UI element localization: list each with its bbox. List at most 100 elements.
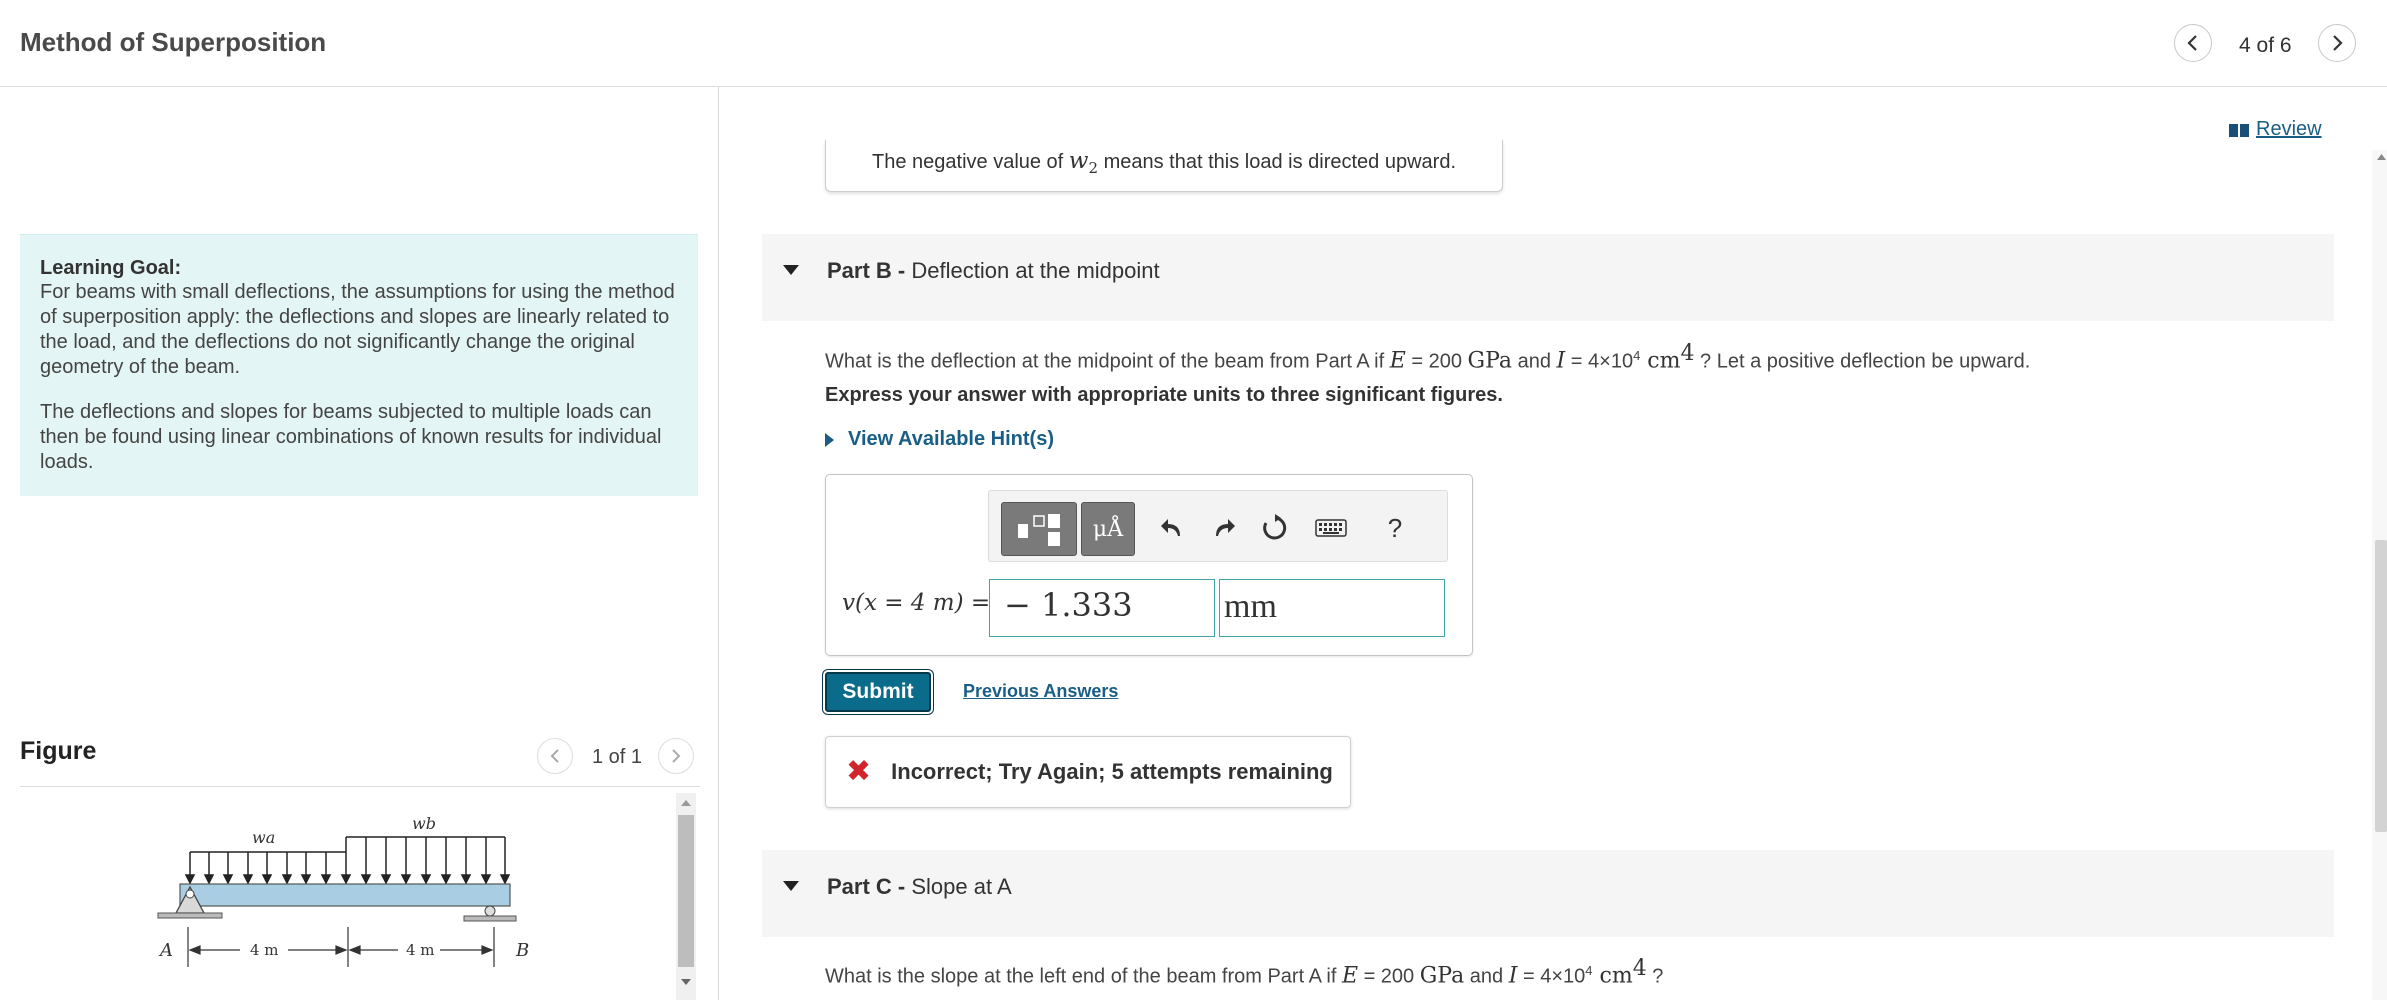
part-b-name: Deflection at the midpoint <box>911 258 1160 283</box>
part-c-question: What is the slope at the left end of the… <box>825 956 1663 989</box>
distributed-load-wa <box>184 851 346 885</box>
and-text: and <box>1512 350 1557 373</box>
previous-part-note: The negative value of w2 means that this… <box>825 140 1503 192</box>
learning-goal-box: Learning Goal: For beams with small defl… <box>20 234 698 496</box>
help-button[interactable]: ? <box>1373 502 1417 554</box>
e-value: = 200 <box>1405 350 1468 373</box>
chevron-right-icon <box>2333 35 2343 51</box>
answer-unit-input[interactable]: mm <box>1219 579 1445 637</box>
answer-value-input[interactable]: − 1.333 <box>989 579 1215 637</box>
part-b-title: Part B - Deflection at the midpoint <box>827 258 1160 284</box>
figure-divider <box>20 786 700 787</box>
template-icon <box>1018 514 1060 546</box>
redo-button[interactable] <box>1201 502 1245 554</box>
reset-icon <box>1263 514 1287 540</box>
undo-icon <box>1161 519 1180 536</box>
chevron-left-icon <box>2187 35 2197 51</box>
span-label-2: 4 m <box>406 941 435 959</box>
learning-goal-title: Learning Goal: <box>40 257 182 279</box>
chevron-left-icon <box>550 749 559 763</box>
support-label-a: A <box>158 940 173 961</box>
page-counter: 4 of 6 <box>2239 34 2292 57</box>
part-c-label: Part C - <box>827 874 906 899</box>
part-c-title: Part C - Slope at A <box>827 874 1012 900</box>
load-label-wb: wb <box>412 815 436 833</box>
header-bar <box>0 0 2387 87</box>
question-end: ? Let a positive deflection be upward. <box>1694 350 2031 373</box>
and-text: and <box>1464 965 1509 988</box>
keyboard-button[interactable] <box>1309 502 1353 554</box>
scroll-up-arrow-icon[interactable] <box>2376 152 2387 162</box>
scroll-down-arrow-icon[interactable] <box>678 976 694 988</box>
roller-support-b <box>463 905 517 922</box>
expand-triangle-icon <box>825 432 834 447</box>
part-c-name: Slope at A <box>911 874 1012 899</box>
e-unit: GPa <box>1467 348 1513 374</box>
beam-figure: wa wb 4 m 4 m A B <box>157 815 529 967</box>
variable-label: v(x = 4 m) = <box>842 590 990 616</box>
part-b-question: What is the deflection at the midpoint o… <box>825 341 2030 374</box>
figure-prev-button[interactable] <box>537 738 573 774</box>
figure-next-button[interactable] <box>658 738 694 774</box>
note-symbol: w <box>1068 148 1089 174</box>
math-toolbar: μÅ ? <box>988 490 1448 562</box>
answer-instruction: Express your answer with appropriate uni… <box>825 384 1503 406</box>
review-link[interactable]: Review <box>2228 118 2322 141</box>
view-hints-label: View Available Hint(s) <box>848 428 1054 450</box>
feedback-text: Incorrect; Try Again; 5 attempts remaini… <box>891 759 1333 784</box>
panel-divider[interactable] <box>718 86 719 1000</box>
figure-page-counter: 1 of 1 <box>592 746 643 768</box>
units-button[interactable]: μÅ <box>1081 502 1135 556</box>
page-title: Method of Superposition <box>20 27 327 57</box>
part-b-label: Part B - <box>827 258 906 283</box>
redo-icon <box>1216 519 1235 536</box>
e-unit: GPa <box>1419 963 1465 989</box>
keyboard-icon <box>1315 519 1347 537</box>
submit-button[interactable]: Submit <box>825 672 931 712</box>
collapse-triangle-icon[interactable] <box>783 265 799 275</box>
learning-goal-paragraph-2: The deflections and slopes for beams sub… <box>40 401 662 473</box>
i-unit: cm <box>1592 963 1633 989</box>
question-text: What is the slope at the left end of the… <box>825 965 1342 988</box>
note-subscript: 2 <box>1088 159 1099 177</box>
i-exponent: 4 <box>1585 963 1593 978</box>
variable-label-text: v(x = 4 m) = <box>842 590 991 616</box>
distributed-load-wb <box>340 836 511 885</box>
collapse-triangle-icon[interactable] <box>783 881 799 891</box>
feedback-message: ✖ Incorrect; Try Again; 5 attempts remai… <box>825 736 1351 808</box>
view-hints-toggle[interactable]: View Available Hint(s) <box>825 428 1054 451</box>
book-icon <box>2229 123 2249 137</box>
note-text-after: means that this load is directed upward. <box>1098 151 1456 173</box>
previous-answers-link[interactable]: Previous Answers <box>963 681 1118 702</box>
figure-scrollbar-thumb[interactable] <box>678 815 694 967</box>
note-text-before: The negative value of <box>872 151 1069 173</box>
span-label-1: 4 m <box>250 941 279 959</box>
support-label-b: B <box>515 940 529 961</box>
dimension-line <box>187 927 495 967</box>
symbol-i: I <box>1556 348 1566 374</box>
question-end: ? <box>1646 965 1664 988</box>
question-text: What is the deflection at the midpoint o… <box>825 350 1390 373</box>
error-x-icon: ✖ <box>846 754 872 789</box>
page-scrollbar-thumb[interactable] <box>2375 540 2387 832</box>
i-unit-exponent: 4 <box>1632 956 1647 981</box>
learning-goal-paragraph-1: For beams with small deflections, the as… <box>40 281 675 378</box>
i-value: = 4×10 <box>1565 350 1634 373</box>
undo-button[interactable] <box>1151 502 1195 554</box>
chevron-right-icon <box>672 749 681 763</box>
templates-button[interactable] <box>1001 502 1077 556</box>
scroll-up-arrow-icon[interactable] <box>678 797 694 809</box>
review-label: Review <box>2256 118 2322 140</box>
reset-button[interactable] <box>1253 502 1297 554</box>
beam <box>179 883 511 907</box>
prev-item-button[interactable] <box>2174 24 2212 62</box>
figure-label: Figure <box>20 737 97 765</box>
i-unit: cm <box>1640 348 1681 374</box>
symbol-e: E <box>1341 963 1359 989</box>
e-value: = 200 <box>1358 965 1420 988</box>
i-value: = 4×10 <box>1517 965 1586 988</box>
load-label-wa: wa <box>252 828 275 847</box>
next-item-button[interactable] <box>2318 24 2356 62</box>
symbol-e: E <box>1389 348 1406 374</box>
i-unit-exponent: 4 <box>1680 341 1695 366</box>
